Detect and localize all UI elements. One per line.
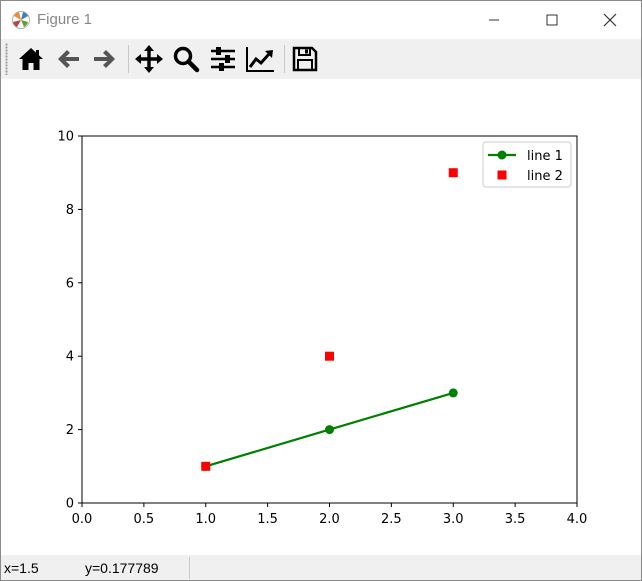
series-line-2-point (448, 168, 458, 178)
close-icon (603, 13, 617, 27)
x-tick-label: 2.5 (381, 512, 402, 527)
zoom-icon (173, 46, 200, 73)
y-tick-label: 10 (57, 130, 74, 145)
back-button[interactable] (51, 42, 85, 76)
minimize-icon (489, 19, 499, 21)
series-line-2-point (201, 461, 211, 471)
back-arrow-icon (58, 50, 79, 68)
x-tick-label: 4.0 (567, 512, 588, 527)
y-tick-label: 4 (66, 350, 74, 365)
x-tick-label: 1.5 (257, 512, 278, 527)
maximize-button[interactable] (523, 1, 581, 39)
toolbar-separator (284, 45, 285, 73)
save-button[interactable] (288, 42, 322, 76)
series-line-1-point (448, 388, 458, 398)
edit-axis-button[interactable] (243, 42, 277, 76)
series-line-1-point (325, 425, 334, 435)
home-button[interactable] (14, 42, 48, 76)
cursor-y-readout: y=0.177789 (85, 560, 159, 576)
forward-button[interactable] (88, 42, 122, 76)
configure-subplots-button[interactable] (206, 42, 240, 76)
legend-line-2-label: line 2 (527, 169, 563, 184)
y-tick-label: 8 (66, 203, 74, 218)
x-tick-label: 1.0 (195, 512, 216, 527)
y-tick-label: 0 (66, 497, 74, 512)
x-tick-label: 2.0 (319, 512, 340, 527)
y-tick-label: 2 (66, 423, 74, 438)
close-button[interactable] (581, 1, 639, 39)
subplots-icon (211, 47, 235, 71)
title-bar[interactable]: Figure 1 (1, 1, 641, 39)
home-icon (19, 48, 43, 70)
x-tick-label: 3.0 (443, 512, 464, 527)
plot-svg[interactable]: 0.0 0.5 1.0 1.5 2.0 2.5 3.0 3.5 4.0 0 2 4 6 8 10 line … (1, 79, 641, 555)
pan-icon (135, 45, 163, 73)
minimize-button[interactable] (465, 1, 523, 39)
navigation-toolbar (1, 39, 641, 79)
figure-canvas[interactable]: 0.0 0.5 1.0 1.5 2.0 2.5 3.0 3.5 4.0 0 2 4 6 8 10 line … (1, 79, 641, 555)
edit-axis-icon (246, 47, 274, 72)
cursor-x-readout: x=1.5 (4, 560, 39, 576)
x-tick-label: 0.5 (134, 512, 155, 527)
y-tick-label: 6 (66, 276, 74, 291)
toolbar-grip[interactable] (5, 43, 8, 75)
status-divider (189, 557, 190, 579)
save-icon (292, 46, 318, 72)
forward-arrow-icon (94, 50, 115, 68)
figure-window: Figure 1 0.0 0.5 1.0 1.5 2.0 2.5 3.0 3.5… (0, 0, 642, 581)
toolbar-separator (128, 45, 129, 73)
legend-line-1-label: line 1 (527, 149, 563, 164)
maximize-icon (546, 14, 558, 26)
legend-line-1-marker (497, 150, 507, 160)
legend-line-2-marker (497, 170, 507, 180)
zoom-button[interactable] (169, 42, 203, 76)
window-title: Figure 1 (37, 11, 93, 28)
matplotlib-logo-icon (12, 11, 30, 29)
status-bar: x=1.5 y=0.177789 (1, 555, 641, 580)
pan-button[interactable] (132, 42, 166, 76)
series-line-2-point (325, 351, 334, 361)
x-tick-label: 3.5 (505, 512, 526, 527)
axes-frame (81, 135, 578, 504)
x-tick-label: 0.0 (72, 512, 93, 527)
